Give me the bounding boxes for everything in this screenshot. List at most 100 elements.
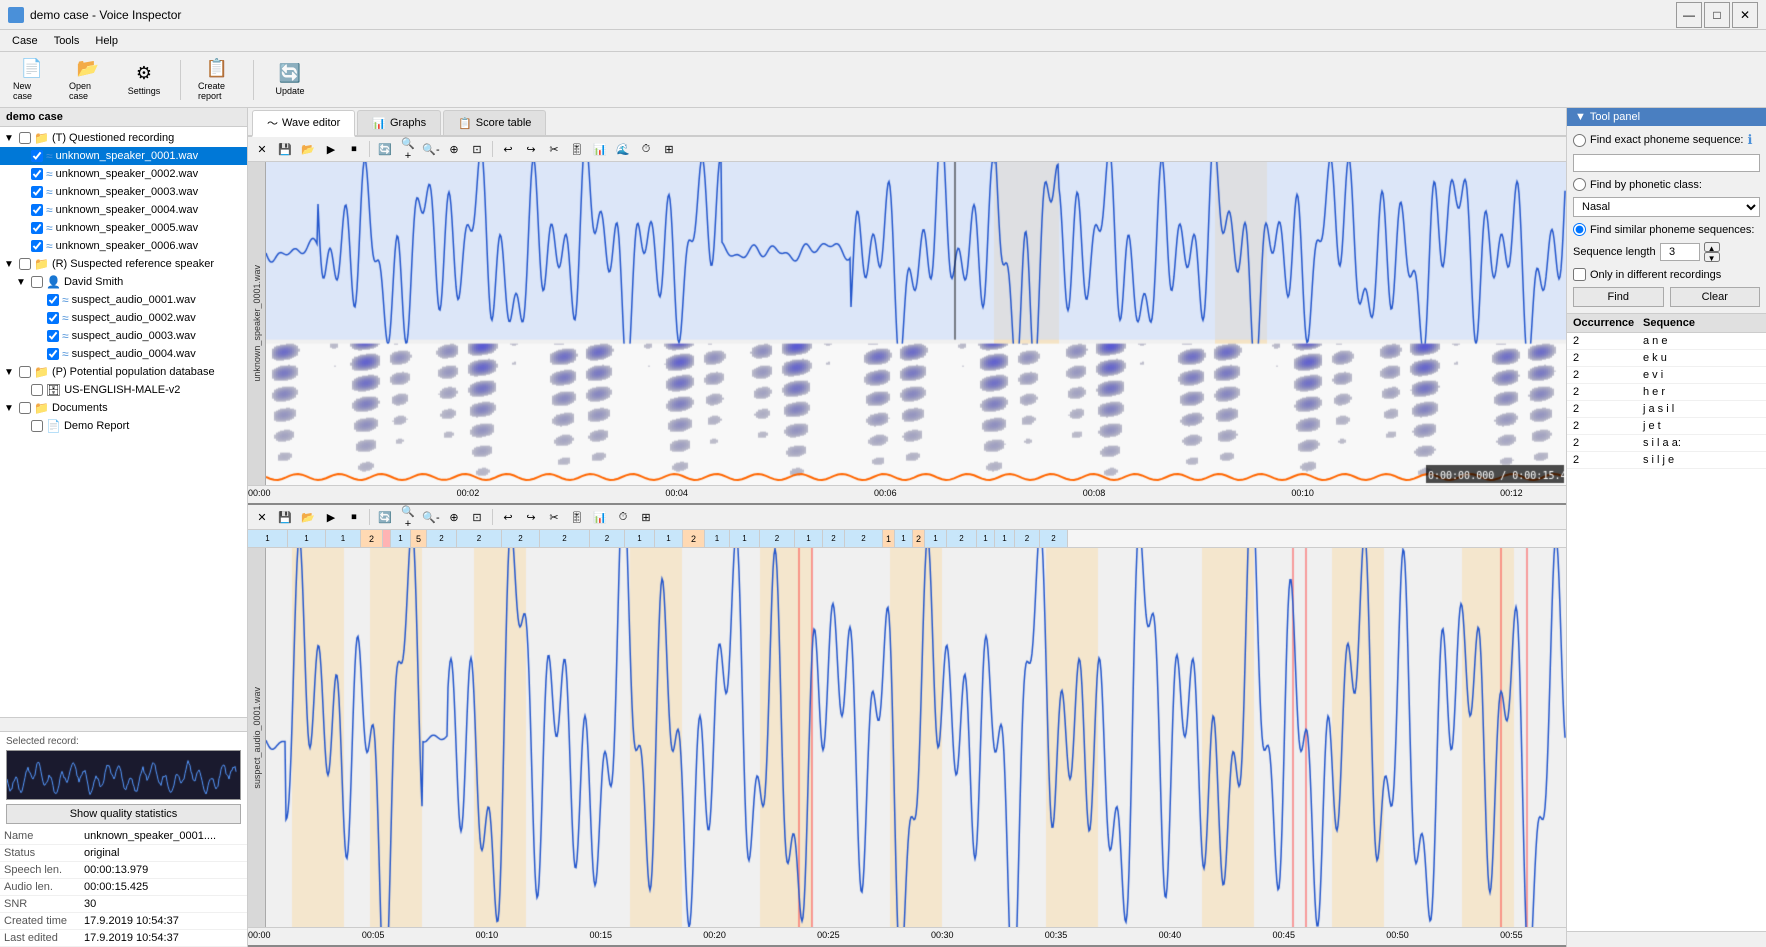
phoneme-cell[interactable]: 2 xyxy=(823,530,845,547)
spectrogram-top[interactable]: 🌊 xyxy=(613,139,633,159)
tree-item-unknown_4[interactable]: ≈unknown_speaker_0004.wav xyxy=(0,201,247,219)
tab-score-table[interactable]: 📋Score table xyxy=(443,110,546,135)
play-top[interactable]: ▶ xyxy=(321,139,341,159)
phonetic-class-select[interactable]: Nasal Fricative Plosive Vowel xyxy=(1573,197,1760,217)
tree-item-suspect_1[interactable]: ≈suspect_audio_0001.wav xyxy=(0,291,247,309)
tree-toggle-documents[interactable]: ▼ xyxy=(4,403,16,414)
tree-item-us-english[interactable]: 🗄US-ENGLISH-MALE-v2 xyxy=(0,381,247,399)
timecode-bottom[interactable]: ⏱ xyxy=(613,507,633,527)
cut-bottom[interactable]: ✂ xyxy=(544,507,564,527)
tree-item-t-questioned[interactable]: ▼📁(T) Questioned recording xyxy=(0,129,247,147)
phoneme-cell[interactable] xyxy=(383,530,391,547)
loop-top[interactable]: 🔄 xyxy=(375,139,395,159)
maximize-button[interactable]: □ xyxy=(1704,2,1730,28)
result-row[interactable]: 2a n e xyxy=(1567,333,1766,350)
effects-bottom[interactable]: 🎚 xyxy=(567,507,587,527)
zoom-sel-bottom[interactable]: ⊕ xyxy=(444,507,464,527)
tree-item-suspect_2[interactable]: ≈suspect_audio_0002.wav xyxy=(0,309,247,327)
zoom-fit-top[interactable]: ⊡ xyxy=(467,139,487,159)
wave-canvas-top[interactable] xyxy=(266,162,1566,485)
tree-checkbox-unknown_3[interactable] xyxy=(31,186,43,198)
phoneme-cell[interactable]: 1 xyxy=(248,530,288,547)
zoom-out-bottom[interactable]: 🔍- xyxy=(421,507,441,527)
minimize-button[interactable]: — xyxy=(1676,2,1702,28)
result-row[interactable]: 2e k u xyxy=(1567,350,1766,367)
result-row[interactable]: 2j e t xyxy=(1567,418,1766,435)
phoneme-cell[interactable]: 2 xyxy=(457,530,502,547)
undo-bottom[interactable]: ↩ xyxy=(498,507,518,527)
menu-case[interactable]: Case xyxy=(4,33,46,49)
play-bottom[interactable]: ▶ xyxy=(321,507,341,527)
tree-checkbox-documents[interactable] xyxy=(19,402,31,414)
find-button[interactable]: Find xyxy=(1573,287,1664,307)
create-report-button[interactable]: 📋 Create report xyxy=(193,56,241,104)
zoom-sel-top[interactable]: ⊕ xyxy=(444,139,464,159)
update-button[interactable]: 🔄 Update xyxy=(266,56,314,104)
result-row[interactable]: 2e v i xyxy=(1567,367,1766,384)
undo-top[interactable]: ↩ xyxy=(498,139,518,159)
phoneme-cell[interactable]: 2 xyxy=(590,530,625,547)
tree-item-suspect_4[interactable]: ≈suspect_audio_0004.wav xyxy=(0,345,247,363)
tree-checkbox-r-reference[interactable] xyxy=(19,258,31,270)
phoneme-cell[interactable]: 5 xyxy=(411,530,427,547)
tab-graphs[interactable]: 📊Graphs xyxy=(357,110,441,135)
save-bottom[interactable]: 💾 xyxy=(275,507,295,527)
tree-item-unknown_1[interactable]: ≈unknown_speaker_0001.wav xyxy=(0,147,247,165)
tree-checkbox-t-questioned[interactable] xyxy=(19,132,31,144)
open-top[interactable]: 📂 xyxy=(298,139,318,159)
tree-checkbox-suspect_3[interactable] xyxy=(47,330,59,342)
tree-checkbox-unknown_4[interactable] xyxy=(31,204,43,216)
bar-chart-bottom[interactable]: 📊 xyxy=(590,507,610,527)
phoneme-cell[interactable]: 1 xyxy=(391,530,411,547)
tree-checkbox-suspect_4[interactable] xyxy=(47,348,59,360)
menu-help[interactable]: Help xyxy=(87,33,126,49)
tree-item-p-population[interactable]: ▼📁(P) Potential population database xyxy=(0,363,247,381)
result-row[interactable]: 2s i l a a: xyxy=(1567,435,1766,452)
phoneme-cell[interactable]: 2 xyxy=(760,530,795,547)
scrollbar-area[interactable] xyxy=(0,717,247,731)
bar-chart-top[interactable]: 📊 xyxy=(590,139,610,159)
show-quality-button[interactable]: Show quality statistics xyxy=(6,804,241,824)
result-row[interactable]: 2h e r xyxy=(1567,384,1766,401)
tree-item-suspect_3[interactable]: ≈suspect_audio_0003.wav xyxy=(0,327,247,345)
tree-item-unknown_2[interactable]: ≈unknown_speaker_0002.wav xyxy=(0,165,247,183)
grid-top[interactable]: ⊞ xyxy=(659,139,679,159)
phoneme-cell[interactable]: 2 xyxy=(683,530,705,547)
tree-checkbox-p-population[interactable] xyxy=(19,366,31,378)
redo-top[interactable]: ↪ xyxy=(521,139,541,159)
tree-checkbox-suspect_2[interactable] xyxy=(47,312,59,324)
seq-up-btn[interactable]: ▲ xyxy=(1704,242,1720,252)
zoom-out-top[interactable]: 🔍- xyxy=(421,139,441,159)
effects-top[interactable]: 🎚 xyxy=(567,139,587,159)
zoom-in-top[interactable]: 🔍+ xyxy=(398,139,418,159)
phoneme-cell[interactable]: 1 xyxy=(326,530,361,547)
zoom-fit-bottom[interactable]: ⊡ xyxy=(467,507,487,527)
tree-toggle-r-reference[interactable]: ▼ xyxy=(4,259,16,270)
result-row[interactable]: 2s i l j e xyxy=(1567,452,1766,469)
stop-top[interactable]: ⏹ xyxy=(344,139,364,159)
phoneme-cell[interactable]: 1 xyxy=(925,530,947,547)
only-different-checkbox[interactable] xyxy=(1573,268,1586,281)
tree-item-unknown_5[interactable]: ≈unknown_speaker_0005.wav xyxy=(0,219,247,237)
grid-bottom[interactable]: ⊞ xyxy=(636,507,656,527)
phoneme-cell[interactable]: 1 xyxy=(795,530,823,547)
tree-checkbox-david[interactable] xyxy=(31,276,43,288)
cut-top[interactable]: ✂ xyxy=(544,139,564,159)
phoneme-cell[interactable]: 2 xyxy=(845,530,883,547)
phoneme-cell[interactable]: 2 xyxy=(947,530,977,547)
phoneme-cell[interactable]: 2 xyxy=(913,530,925,547)
seq-down-btn[interactable]: ▼ xyxy=(1704,252,1720,262)
tree-item-david[interactable]: ▼👤David Smith xyxy=(0,273,247,291)
phoneme-cell[interactable]: 2 xyxy=(361,530,383,547)
find-similar-radio[interactable] xyxy=(1573,223,1586,236)
tree-checkbox-unknown_2[interactable] xyxy=(31,168,43,180)
tree-toggle-t-questioned[interactable]: ▼ xyxy=(4,133,16,144)
find-phonetic-radio[interactable] xyxy=(1573,178,1586,191)
results-scroll-bottom[interactable] xyxy=(1567,931,1766,947)
phoneme-cell[interactable]: 2 xyxy=(427,530,457,547)
tree-checkbox-demo-report[interactable] xyxy=(31,420,43,432)
redo-bottom[interactable]: ↪ xyxy=(521,507,541,527)
loop-bottom[interactable]: 🔄 xyxy=(375,507,395,527)
find-exact-radio[interactable] xyxy=(1573,134,1586,147)
find-exact-input[interactable] xyxy=(1573,154,1760,172)
